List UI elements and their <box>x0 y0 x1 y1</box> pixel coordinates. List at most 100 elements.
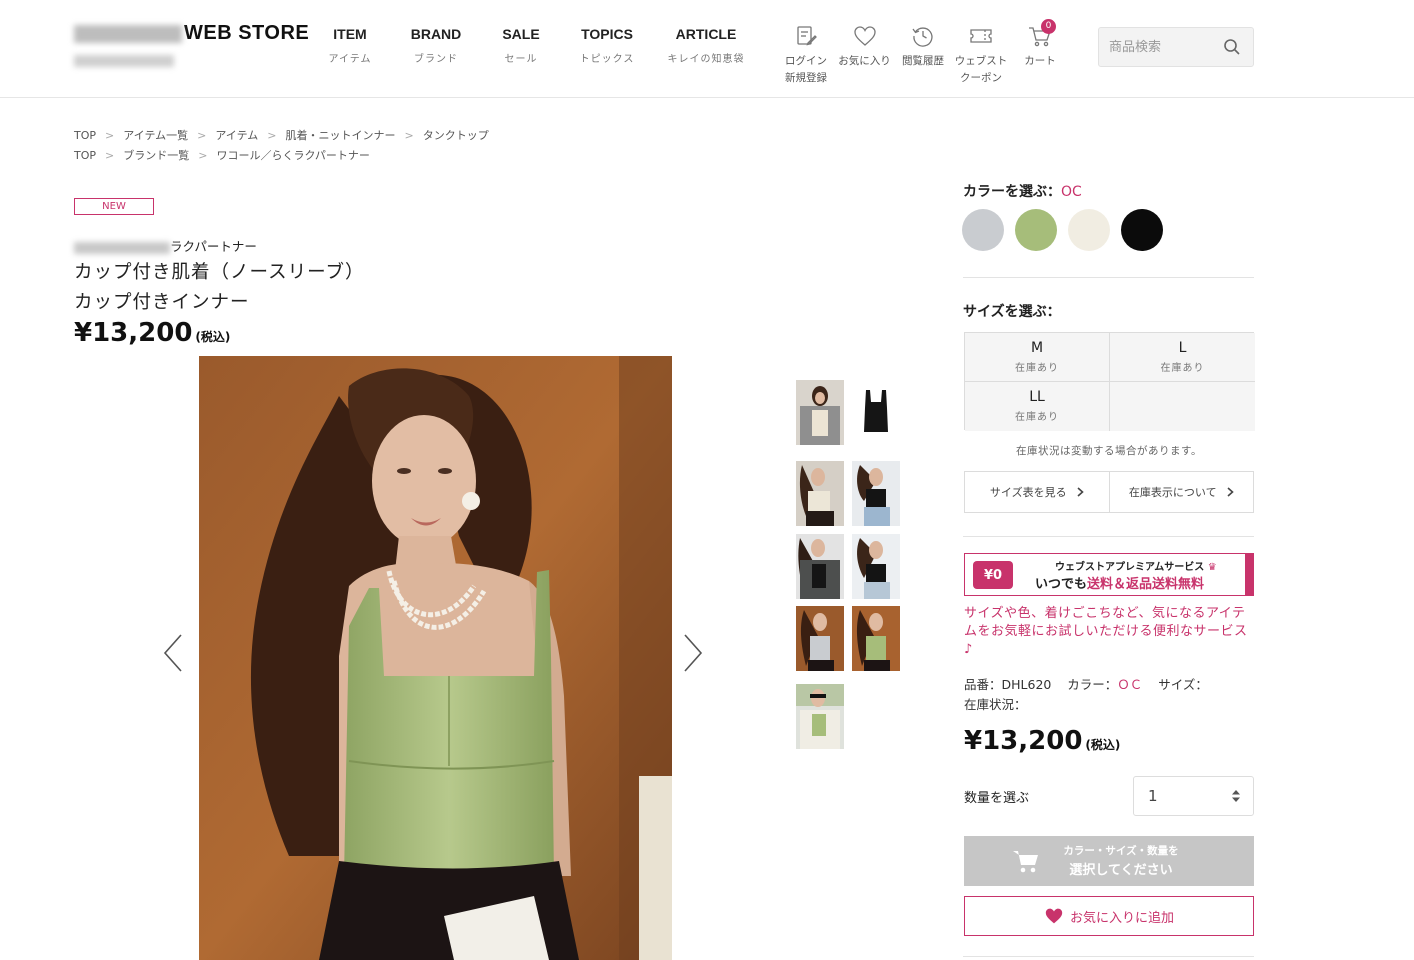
nav-item-item[interactable]: ITEM アイテム <box>322 26 378 65</box>
product-spec: 品番：DHL620 カラー：ＯＣ サイズ： 在庫状況： <box>964 675 1254 715</box>
breadcrumb: TOP > アイテム一覧 > アイテム > 肌着・ニットインナー > タンクトップ TO… <box>74 125 489 165</box>
util-label: カート <box>1024 55 1056 67</box>
breadcrumb-link[interactable]: TOP <box>74 129 96 142</box>
spec-row: 品番：DHL620 カラー：ＯＣ サイズ： <box>964 675 1254 695</box>
size-stock: 在庫あり <box>1160 363 1205 374</box>
chevron-right-icon: > <box>267 128 277 142</box>
premium-line: いつでも送料＆返品送料無料 <box>1035 573 1204 592</box>
premium-yen-badge: ¥0 <box>973 561 1013 589</box>
breadcrumb-row: TOP > ブランド一覧 > ワコール／らくラクパートナー <box>74 145 489 165</box>
thumbnail[interactable] <box>796 684 844 749</box>
util-label: ウェブスト <box>954 55 1008 67</box>
divider <box>963 277 1254 278</box>
quantity-label: 数量を選ぶ <box>964 791 1030 806</box>
quantity-select[interactable]: 1 <box>1133 776 1254 816</box>
product-main-image[interactable] <box>199 356 672 960</box>
chevron-right-icon: > <box>197 128 207 142</box>
search-input[interactable] <box>1099 28 1219 66</box>
thumbnail[interactable] <box>852 461 900 526</box>
color-swatch-gray[interactable] <box>962 209 1004 251</box>
product-price: ¥13,200 (税込) <box>74 318 230 348</box>
util-label: お気に入り <box>838 55 891 67</box>
brand-blurred-part <box>74 241 170 254</box>
nav-label-en: TOPICS <box>581 26 633 42</box>
thumbnail[interactable] <box>796 534 844 599</box>
search-icon[interactable] <box>1223 38 1241 60</box>
nav-item-article[interactable]: ARTICLE キレイの知恵袋 <box>666 26 746 65</box>
size-option-empty <box>1110 382 1255 431</box>
divider <box>963 536 1254 537</box>
size-option-m[interactable]: M 在庫あり <box>965 333 1110 382</box>
size-chart-link[interactable]: サイズ表を見る <box>965 472 1110 512</box>
breadcrumb-link[interactable]: ワコール／らくラクパートナー <box>216 147 369 163</box>
breadcrumb-link[interactable]: タンクトップ <box>423 127 489 143</box>
purchase-price: ¥13,200 (税込) <box>964 726 1120 756</box>
util-label-2: クーポン <box>960 71 1002 84</box>
thumbnail[interactable] <box>852 606 900 671</box>
premium-tab <box>1245 553 1254 596</box>
color-swatches <box>962 209 1174 251</box>
site-header: WEB STORE ITEM アイテム BRAND ブランド SALE セール … <box>0 0 1414 98</box>
size-stock: 在庫あり <box>1015 412 1059 423</box>
product-subtitle: カップ付きインナー <box>74 292 250 313</box>
add-to-cart-button[interactable]: カラー・サイズ・数量を 選択してください <box>964 836 1254 886</box>
thumbnail[interactable] <box>852 534 900 599</box>
breadcrumb-link[interactable]: ブランド一覧 <box>123 147 189 163</box>
chevron-right-icon <box>684 634 703 672</box>
login-link[interactable]: ログイン 新規登録 <box>776 24 836 87</box>
thumbnail[interactable] <box>796 606 844 671</box>
image-prev-button[interactable] <box>158 628 188 678</box>
color-swatch-black[interactable] <box>1121 209 1163 251</box>
size-label: サイズを選ぶ： <box>963 304 1061 320</box>
size-chart-label: サイズ表を見る <box>989 486 1067 499</box>
brand-name[interactable]: ラクパートナー <box>74 236 257 255</box>
nav-item-brand[interactable]: BRAND ブランド <box>378 26 494 65</box>
breadcrumb-link[interactable]: 肌着・ニットインナー <box>285 127 395 143</box>
logo[interactable]: WEB STORE <box>74 22 314 67</box>
nav-item-topics[interactable]: TOPICS トピックス <box>548 26 666 65</box>
nav-label-en: BRAND <box>410 26 462 42</box>
chevron-right-icon: > <box>198 148 208 162</box>
stock-note: 在庫状況は変動する場合があります。 <box>1016 445 1202 457</box>
premium-title: ウェブストアプレミアムサービス ♛ <box>1055 558 1217 573</box>
logo-subtitle-blurred <box>74 55 174 67</box>
chevron-right-icon: > <box>404 128 414 142</box>
size-option-ll[interactable]: LL 在庫あり <box>965 382 1110 431</box>
add-to-cart-line1: カラー・サイズ・数量を <box>1063 845 1179 857</box>
breadcrumb-link[interactable]: アイテム <box>215 127 258 143</box>
tax-label: (税込) <box>195 330 231 344</box>
crown-icon: ♛ <box>1207 562 1217 573</box>
chevron-right-icon: > <box>105 128 115 142</box>
favorites-link[interactable]: お気に入り <box>836 24 893 87</box>
thumbnail[interactable] <box>796 380 844 445</box>
nav-label-en: ARTICLE <box>675 26 737 42</box>
heart-icon <box>836 24 893 48</box>
stock-display-link[interactable]: 在庫表示について <box>1110 472 1254 512</box>
util-label: ログイン <box>785 55 827 67</box>
nav-item-sale[interactable]: SALE セール <box>494 26 548 65</box>
breadcrumb-link[interactable]: アイテム一覧 <box>123 127 188 143</box>
chevron-right-icon <box>1227 487 1234 497</box>
thumbnail[interactable] <box>852 380 900 445</box>
color-swatch-ivory[interactable] <box>1068 209 1110 251</box>
coupon-link[interactable]: ウェブスト クーポン <box>953 24 1009 87</box>
premium-service-banner[interactable]: ¥0 ウェブストアプレミアムサービス ♛ いつでも送料＆返品送料無料 <box>964 553 1254 596</box>
breadcrumb-link[interactable]: TOP <box>74 149 96 162</box>
size-option-l[interactable]: L 在庫あり <box>1110 333 1255 382</box>
thumbnail[interactable] <box>796 461 844 526</box>
cart-link[interactable]: 0 カート <box>1009 19 1071 87</box>
image-next-button[interactable] <box>678 628 708 678</box>
search-box <box>1098 27 1254 67</box>
nav-label-jp: セール <box>504 54 538 65</box>
spec-color: ＯＣ <box>1117 677 1143 692</box>
heart-icon <box>1045 908 1063 924</box>
color-label: カラーを選ぶ：OC <box>963 181 1254 201</box>
color-swatch-green[interactable] <box>1015 209 1057 251</box>
history-link[interactable]: 閲覧履歴 <box>893 24 953 87</box>
logo-text: WEB STORE <box>184 22 310 44</box>
cart-icon <box>1009 24 1071 48</box>
utility-nav: ログイン 新規登録 お気に入り 閲覧履歴 ウェブスト クーポン 0 カート <box>776 19 1071 87</box>
add-to-favorites-button[interactable]: お気に入りに追加 <box>964 896 1254 936</box>
updown-caret-icon <box>1232 790 1240 802</box>
premium-line-prefix: いつでも <box>1035 577 1088 592</box>
